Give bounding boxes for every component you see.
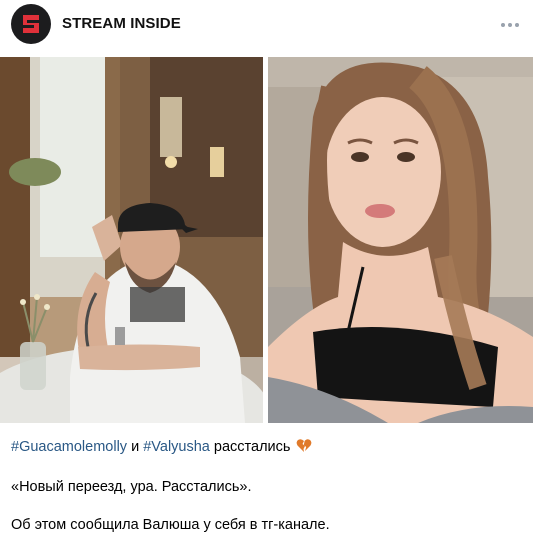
hashtag-valyusha[interactable]: #Valyusha — [143, 439, 210, 455]
more-options-icon[interactable] — [499, 14, 521, 36]
conjunction-text: и — [127, 439, 144, 455]
photo-gallery — [0, 57, 533, 423]
stream-inside-logo-icon — [23, 15, 39, 33]
post-source-text: Об этом сообщила Валюша у себя в тг-кана… — [11, 517, 330, 533]
photo-man-in-cap[interactable] — [0, 57, 263, 423]
channel-avatar[interactable] — [11, 4, 51, 44]
post-text-headline: #Guacamolemolly и #Valyusha расстались — [11, 438, 312, 457]
hashtag-guacamolemolly[interactable]: #Guacamolemolly — [11, 439, 127, 455]
headline-rest-text: расстались — [209, 439, 295, 455]
broken-heart-icon — [296, 438, 312, 457]
post-header: STREAM INSIDE — [0, 0, 533, 50]
photo-woman-selfie[interactable] — [268, 57, 533, 423]
channel-name[interactable]: STREAM INSIDE — [62, 15, 181, 32]
post-card: STREAM INSIDE #Guacamolemolly и #Valyush… — [0, 0, 533, 535]
post-quote: «Новый переезд, ура. Расстались». — [11, 479, 252, 495]
